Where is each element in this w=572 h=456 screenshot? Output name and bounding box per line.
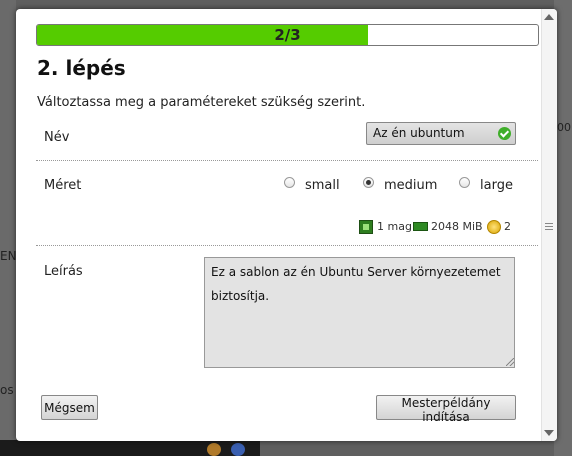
description-textarea[interactable]: Ez a sablon az én Ubuntu Server környeze… [204, 257, 515, 368]
scrollbar-grip[interactable] [545, 223, 553, 231]
scroll-up-icon[interactable] [544, 14, 554, 20]
size-option-small[interactable]: small [305, 178, 340, 193]
name-edit-button[interactable]: Az én ubuntum [366, 122, 516, 145]
launch-master-instance-button[interactable]: Mesterpéldány indítása [376, 395, 516, 424]
wizard-dialog: 2/3 2. lépés Változtassa meg a paraméter… [16, 9, 557, 441]
name-value: Az én ubuntum [373, 126, 465, 140]
name-label: Név [44, 130, 70, 145]
size-radio-medium[interactable] [363, 177, 374, 188]
info-icon [231, 443, 245, 456]
background-text: EN [0, 249, 17, 263]
step-instructions: Változtassa meg a paramétereket szükség … [37, 95, 366, 110]
ram-value: 2048 MiB [431, 220, 483, 233]
cancel-button[interactable]: Mégsem [41, 395, 98, 420]
description-label: Leírás [44, 264, 83, 279]
coin-icon [487, 220, 501, 234]
size-radio-large[interactable] [459, 177, 470, 188]
cpu-icon [359, 220, 373, 234]
dialog-scrollbar[interactable] [541, 9, 557, 441]
background-text: 00 [557, 121, 571, 134]
check-icon [498, 127, 511, 140]
background-tray-icon [207, 443, 221, 456]
ram-icon [413, 222, 428, 231]
credit-value: 2 [504, 220, 511, 233]
wizard-progress-bar: 2/3 [36, 24, 539, 46]
divider [36, 245, 538, 246]
size-radio-small[interactable] [284, 177, 295, 188]
scroll-down-icon[interactable] [544, 430, 554, 436]
step-title: 2. lépés [37, 56, 126, 80]
size-label: Méret [44, 178, 82, 193]
background-taskbar [0, 440, 260, 456]
size-option-large[interactable]: large [480, 178, 513, 193]
cpu-value: 1 mag [377, 220, 412, 233]
background-text: os [0, 383, 14, 397]
size-option-medium[interactable]: medium [384, 178, 437, 193]
progress-label: 2/3 [274, 26, 301, 44]
divider [36, 160, 538, 161]
textarea-resize-handle[interactable] [506, 358, 514, 366]
